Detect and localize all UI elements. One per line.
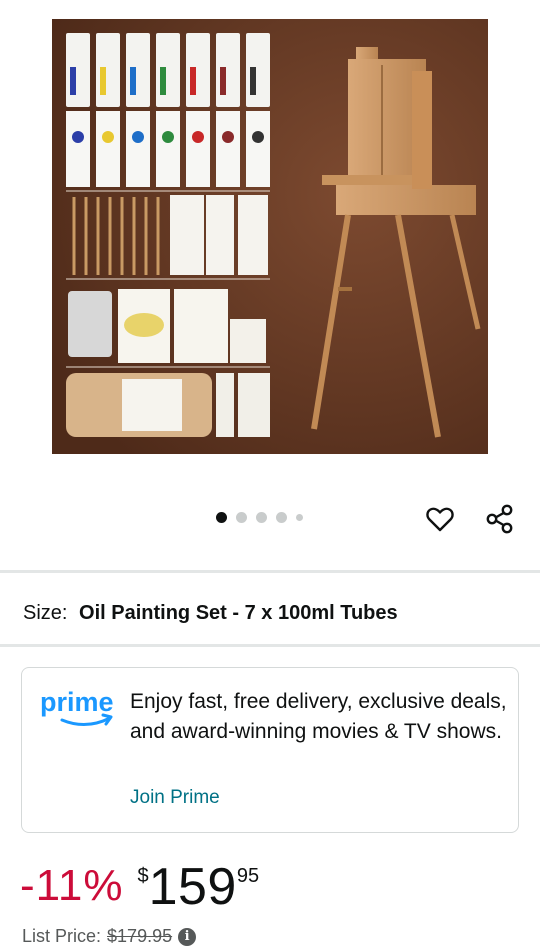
discount-percentage: -11%	[20, 861, 124, 910]
prime-message: Enjoy fast, free delivery, exclusive dea…	[130, 690, 507, 743]
product-image-artwork	[52, 19, 488, 454]
prime-promo-card[interactable]: prime Enjoy fast, free delivery, exclusi…	[21, 667, 519, 833]
list-price-row: List Price: $179.95 i	[22, 926, 197, 947]
size-label: Size:	[23, 602, 68, 624]
section-divider	[0, 644, 540, 647]
join-prime-link[interactable]: Join Prime	[130, 787, 220, 809]
heart-icon[interactable]	[424, 503, 456, 535]
list-price-value: $179.95	[107, 926, 173, 946]
section-divider	[0, 570, 540, 573]
share-icon[interactable]	[484, 503, 516, 535]
size-selector[interactable]: Size: Oil Painting Set - 7 x 100ml Tubes	[23, 601, 398, 625]
image-carousel-indicator[interactable]	[216, 512, 303, 523]
size-value: Oil Painting Set - 7 x 100ml Tubes	[79, 602, 398, 624]
current-price: $ 159 95	[137, 858, 259, 916]
list-price-label: List Price:	[22, 926, 102, 946]
info-icon[interactable]: i	[178, 927, 197, 946]
prime-logo-icon: prime	[40, 687, 114, 726]
carousel-dot[interactable]	[236, 512, 247, 523]
product-image[interactable]	[52, 19, 488, 454]
carousel-dot[interactable]	[256, 512, 267, 523]
paint-tubes-row-1	[66, 33, 270, 107]
carousel-dot[interactable]	[216, 512, 227, 523]
price-whole: 159	[148, 858, 237, 916]
carousel-dot[interactable]	[276, 512, 287, 523]
price-block: -11% $ 159 95	[20, 858, 259, 920]
prime-logo-text: prime	[40, 687, 114, 717]
price-currency-symbol: $	[137, 865, 149, 887]
price-fraction: 95	[236, 865, 260, 887]
carousel-dot[interactable]	[296, 514, 303, 521]
paint-boxes-row-2	[66, 111, 270, 187]
